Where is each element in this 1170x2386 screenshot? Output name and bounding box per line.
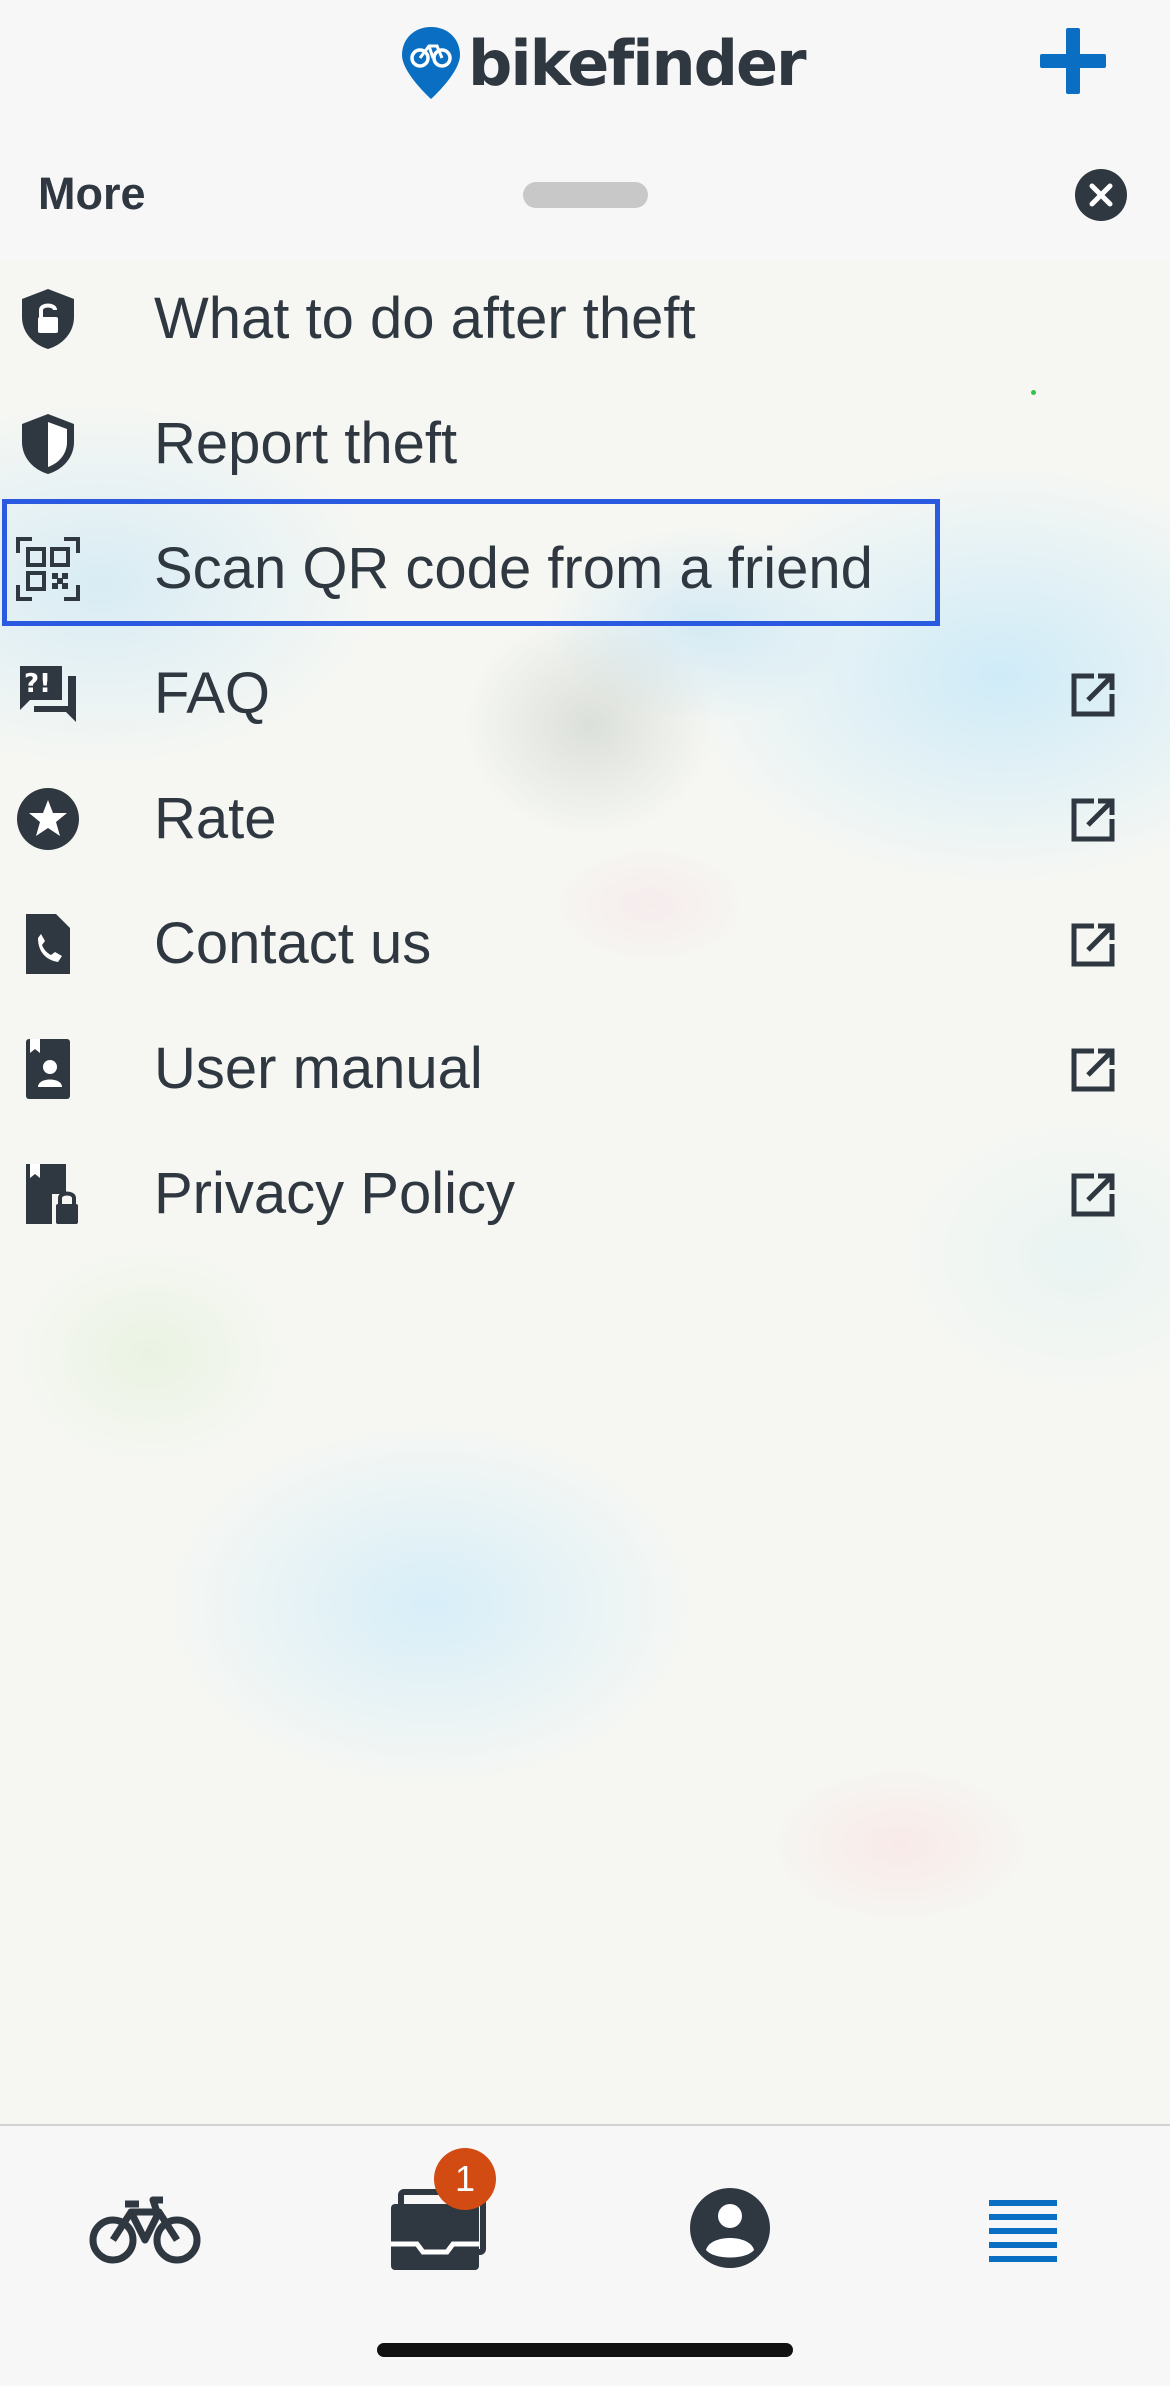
- menu-item-rate[interactable]: Rate: [0, 757, 1170, 881]
- question-chat-icon: ?!: [20, 666, 76, 722]
- open-external-icon: [1071, 798, 1115, 842]
- open-external-icon: [1071, 923, 1115, 967]
- menu-icon[interactable]: [963, 2168, 1083, 2288]
- plus-icon[interactable]: [1038, 26, 1108, 96]
- open-external-icon: [1071, 1048, 1115, 1092]
- close-circle-icon[interactable]: [1074, 168, 1128, 222]
- menu-item-user-manual[interactable]: User manual: [0, 1007, 1170, 1131]
- menu-item-report-theft[interactable]: Report theft: [0, 382, 1170, 506]
- menu-item-label: Report theft: [154, 411, 458, 476]
- notification-badge: 1: [434, 2148, 496, 2210]
- menu-item-label: Privacy Policy: [154, 1161, 515, 1226]
- star-circle-icon: [17, 788, 79, 850]
- phone-document-icon: [26, 914, 70, 974]
- highlight-box: [2, 499, 940, 626]
- sheet-grabber[interactable]: [523, 182, 648, 208]
- shield-half-icon: [22, 414, 74, 474]
- user-book-icon: [26, 1039, 70, 1099]
- logo-text: bikefinder: [468, 26, 807, 100]
- menu-item-label: Contact us: [154, 911, 432, 976]
- lock-book-icon: [26, 1164, 78, 1224]
- menu-item-what-to-do-after-theft[interactable]: What to do after theft: [0, 257, 1170, 381]
- menu-item-label: FAQ: [154, 661, 271, 726]
- sheet-title: More: [38, 168, 146, 219]
- open-external-icon: [1071, 1173, 1115, 1217]
- shield-unlock-icon: [22, 289, 74, 349]
- app-header: bikefinder: [0, 0, 1170, 130]
- menu-item-faq[interactable]: ?! FAQ: [0, 632, 1170, 756]
- menu-item-label: What to do after theft: [154, 286, 696, 351]
- home-indicator: [377, 2343, 793, 2357]
- menu-item-privacy-policy[interactable]: Privacy Policy: [0, 1132, 1170, 1256]
- bicycle-icon[interactable]: [85, 2168, 205, 2288]
- svg-text:?!: ?!: [24, 669, 51, 699]
- account-icon[interactable]: [670, 2168, 790, 2288]
- open-external-icon: [1071, 673, 1115, 717]
- bikefinder-logo: bikefinder: [400, 18, 807, 108]
- menu-item-contact-us[interactable]: Contact us: [0, 882, 1170, 1006]
- map-pin-bike-icon: [402, 27, 460, 99]
- menu-item-label: Rate: [154, 786, 277, 851]
- menu-item-label: User manual: [154, 1036, 483, 1101]
